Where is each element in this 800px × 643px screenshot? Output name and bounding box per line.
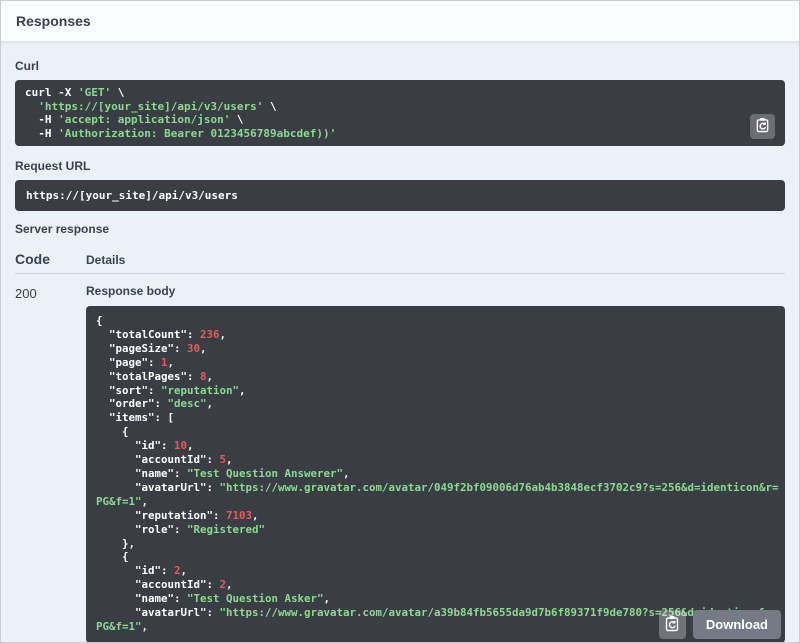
copy-response-button[interactable]	[658, 610, 686, 639]
response-body-block: { "totalCount": 236, "pageSize": 30, "pa…	[86, 306, 785, 642]
download-button[interactable]: Download	[692, 610, 781, 639]
response-details: Response body { "totalCount": 236, "page…	[86, 284, 785, 642]
responses-body: Curl curl -X 'GET' \ 'https://[your_site…	[1, 42, 799, 642]
clipboard-copy-icon	[755, 117, 770, 136]
responses-title: Responses	[16, 13, 91, 29]
responses-header: Responses	[1, 1, 799, 42]
code-column-header: Code	[15, 251, 50, 267]
clipboard-copy-icon	[664, 615, 680, 635]
request-url-label: Request URL	[15, 159, 91, 173]
response-body-actions: Download	[658, 610, 781, 639]
request-url-value: https://[your_site]/api/v3/users	[15, 180, 785, 211]
details-column-header: Details	[86, 253, 126, 267]
response-body: { "totalCount": 236, "pageSize": 30, "pa…	[86, 306, 785, 642]
status-code: 200	[15, 286, 37, 301]
curl-command: curl -X 'GET' \ 'https://[your_site]/api…	[15, 80, 785, 146]
response-table-header: Code Details	[15, 251, 785, 274]
response-row-200: 200 Response body { "totalCount": 236, "…	[15, 274, 785, 642]
copy-curl-button[interactable]	[750, 114, 775, 139]
curl-label: Curl	[15, 59, 39, 73]
server-response-label: Server response	[15, 222, 110, 236]
curl-block: curl -X 'GET' \ 'https://[your_site]/api…	[15, 80, 785, 146]
responses-panel: Responses Curl curl -X 'GET' \ 'https://…	[0, 0, 800, 643]
response-body-label: Response body	[86, 284, 176, 298]
